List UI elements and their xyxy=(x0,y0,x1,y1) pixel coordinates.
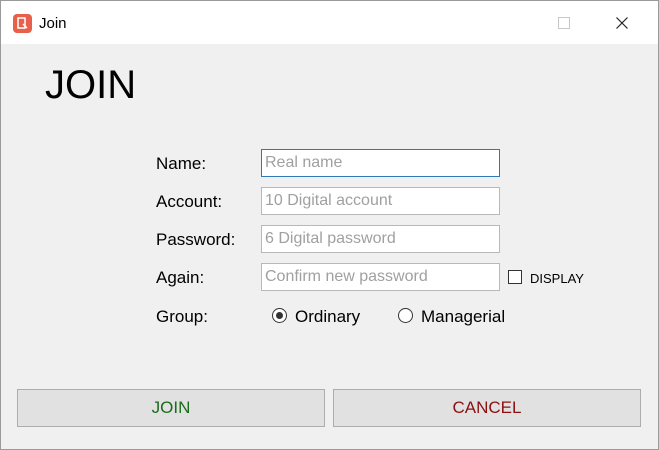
cancel-button[interactable]: CANCEL xyxy=(333,389,641,427)
join-button[interactable]: JOIN xyxy=(17,389,325,427)
title-bar[interactable]: Join xyxy=(1,1,658,44)
close-icon xyxy=(616,16,628,29)
name-label: Name: xyxy=(156,154,207,173)
join-window: Join JOIN Name: Account: Password: Again… xyxy=(0,0,659,450)
display-checkbox-label[interactable]: DISPLAY xyxy=(530,271,584,286)
password-label: Password: xyxy=(156,230,236,249)
radio-managerial-label[interactable]: Managerial xyxy=(421,307,505,327)
radio-selected-dot xyxy=(276,312,283,319)
close-button[interactable] xyxy=(599,1,645,44)
app-icon xyxy=(13,14,32,33)
window-title: Join xyxy=(39,15,67,32)
radio-managerial[interactable] xyxy=(398,308,413,323)
maximize-icon xyxy=(558,16,570,29)
name-input[interactable] xyxy=(261,149,500,177)
account-input[interactable] xyxy=(261,187,500,215)
password-input[interactable] xyxy=(261,225,500,253)
again-label: Again: xyxy=(156,268,205,287)
page-title: JOIN xyxy=(45,63,137,107)
radio-ordinary[interactable] xyxy=(272,308,287,323)
group-label: Group: xyxy=(156,307,208,326)
confirm-password-input[interactable] xyxy=(261,263,500,291)
account-label: Account: xyxy=(156,192,223,211)
display-checkbox[interactable] xyxy=(508,270,522,284)
maximize-button[interactable] xyxy=(541,1,587,44)
radio-ordinary-label[interactable]: Ordinary xyxy=(295,307,360,327)
